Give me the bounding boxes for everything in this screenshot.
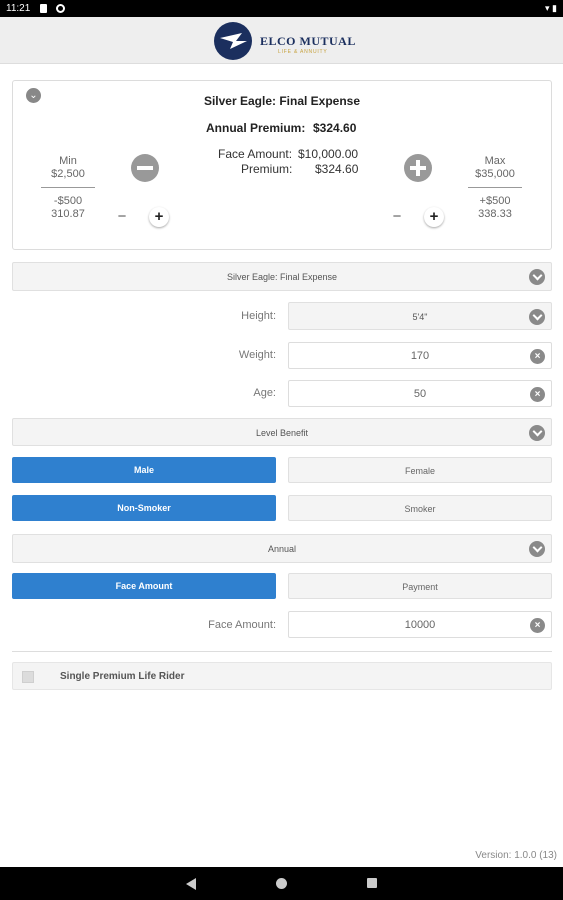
version-text: Version: 1.0.0 (13) [475,850,557,861]
payment-mode-select[interactable]: Annual [12,534,552,563]
increase-from-min-button[interactable]: + [149,207,169,227]
brand-subtitle: LIFE & ANNUITY [278,49,328,55]
premium-value: $324.60 [315,162,359,176]
annual-premium-value: $324.60 [313,121,357,135]
clear-weight-icon[interactable]: × [530,349,545,364]
min-column: Min $2,500 -$500 310.87 [41,155,95,221]
face-amount-input[interactable] [289,612,551,637]
height-label: Height: [241,310,276,322]
chevron-down-icon [529,541,545,557]
rider-label: Single Premium Life Rider [60,671,185,682]
weight-label: Weight: [238,349,276,361]
minus-circle-icon [137,166,153,170]
min-label: Min [59,155,77,167]
face-amount-field-label: Face Amount: [208,619,276,631]
summary-card: ⌄ Silver Eagle: Final Expense Annual Pre… [12,80,552,250]
weight-input[interactable] [289,343,551,368]
battery-icon: ▮ [552,3,557,13]
status-bar: 11:21 ▾ ▮ [0,0,563,17]
face-amount-toggle[interactable]: Face Amount [12,573,276,599]
face-amount-value: $10,000.00 [298,147,359,161]
min-value: $2,500 [51,168,85,180]
increase-amount-button[interactable]: + [424,207,444,227]
rider-row[interactable]: Single Premium Life Rider [12,662,552,690]
brand-name: ELCO MUTUAL [260,34,356,48]
app-header: ELCO MUTUAL LIFE & ANNUITY [0,17,563,64]
eagle-logo-icon [214,22,252,60]
non-smoker-toggle[interactable]: Non-Smoker [12,495,276,521]
chevron-down-icon [529,309,545,325]
product-select-value: Silver Eagle: Final Expense [226,272,338,282]
home-icon[interactable] [276,878,287,889]
chevron-down-icon [529,269,545,285]
age-label: Age: [253,387,276,399]
set-min-button[interactable] [131,154,159,182]
male-toggle[interactable]: Male [12,457,276,483]
age-field: × [288,380,552,407]
decrease-amount-button[interactable]: − [112,207,132,227]
max-divider [468,187,522,188]
max-label: Max [484,155,506,167]
sync-icon [56,4,65,13]
max-value: $35,000 [475,168,515,180]
min-step: -$500 [53,195,83,207]
height-select[interactable]: 5'4" [288,302,552,330]
section-divider [12,651,552,652]
max-step: +$500 [479,195,511,207]
payment-toggle[interactable]: Payment [288,573,552,599]
weight-field: × [288,342,552,369]
payment-mode-value: Annual [267,544,297,554]
status-icons: ▾ ▮ [545,3,557,14]
recent-apps-icon[interactable] [367,878,377,888]
set-max-button[interactable] [404,154,432,182]
wifi-icon: ▾ [545,3,550,13]
premium-label: Premium: [241,162,293,176]
clear-age-icon[interactable]: × [530,387,545,402]
smoker-toggle[interactable]: Smoker [288,495,552,521]
max-step-premium: 338.33 [478,208,512,220]
system-nav-bar [0,867,563,900]
summary-title: Silver Eagle: Final Expense [203,94,361,108]
min-divider [41,187,95,188]
benefit-select-value: Level Benefit [255,428,309,438]
max-column: Max $35,000 +$500 338.33 [468,155,522,221]
clear-face-amount-icon[interactable]: × [530,618,545,633]
back-icon[interactable] [186,878,196,890]
age-input[interactable] [289,381,551,406]
height-select-value: 5'4" [412,312,428,322]
benefit-select[interactable]: Level Benefit [12,418,552,446]
product-select[interactable]: Silver Eagle: Final Expense [12,262,552,291]
status-time: 11:21 [6,3,31,14]
annual-premium-label: Annual Premium: [206,121,306,135]
female-toggle[interactable]: Female [288,457,552,483]
rider-checkbox[interactable] [22,671,34,683]
decrease-from-max-button[interactable]: − [387,207,407,227]
chevron-down-icon [529,425,545,441]
min-step-premium: 310.87 [51,208,85,220]
sd-card-icon [40,4,47,13]
face-amount-field: × [288,611,552,638]
face-amount-label: Face Amount: [218,147,293,161]
